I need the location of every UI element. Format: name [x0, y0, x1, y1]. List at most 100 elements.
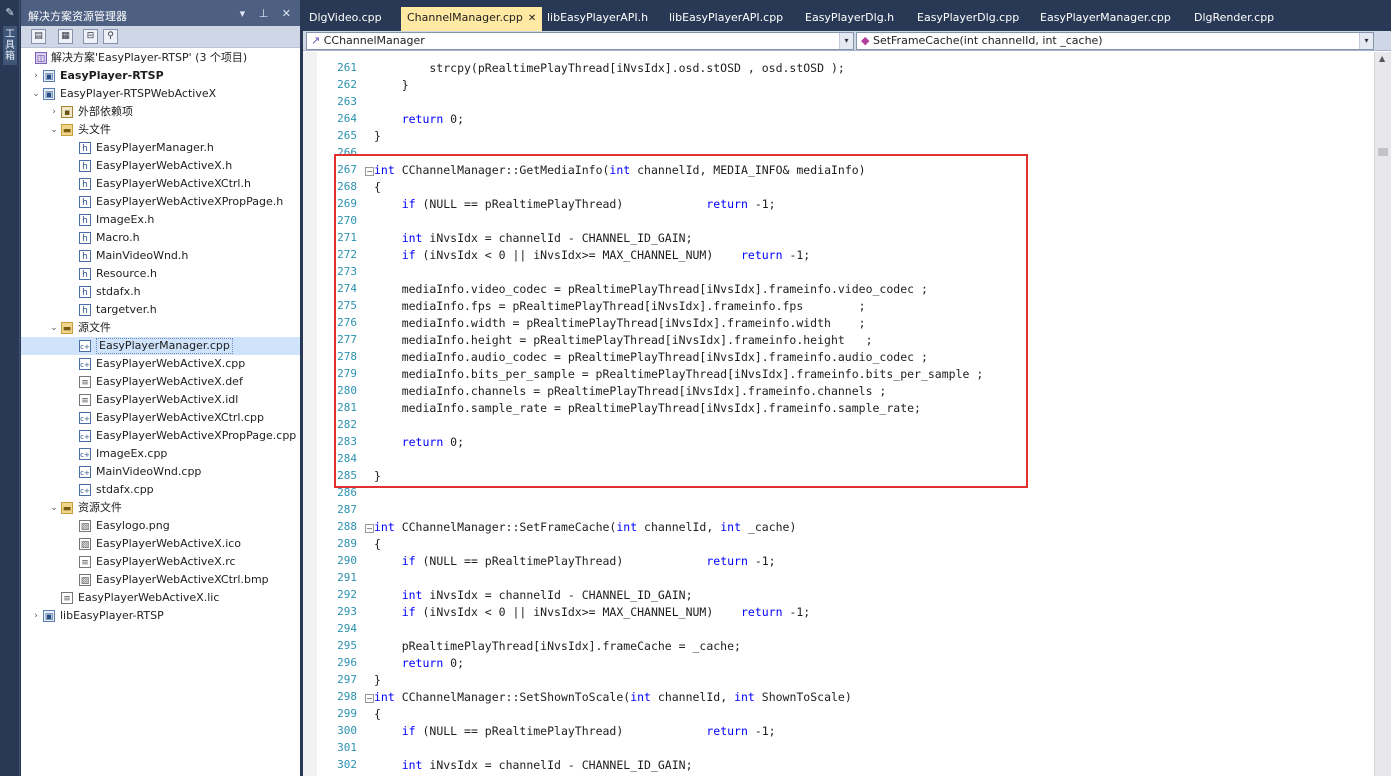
tree-item[interactable]: c+ EasyPlayerWebActiveXPropPage.cpp: [21, 427, 300, 445]
scroll-thumb[interactable]: [1378, 148, 1388, 156]
tree-item[interactable]: h EasyPlayerManager.h: [21, 139, 300, 157]
chevron-down-icon[interactable]: ⌄: [31, 85, 41, 103]
tree-item[interactable]: c+ EasyPlayerManager.cpp: [21, 337, 300, 355]
tree-item[interactable]: ⌄ ▣ EasyPlayer-RTSPWebActiveX: [21, 85, 300, 103]
tree-item[interactable]: ≡ EasyPlayerWebActiveX.def: [21, 373, 300, 391]
chevron-down-icon[interactable]: ⌄: [49, 121, 59, 139]
code-line[interactable]: mediaInfo.bits_per_sample = pRealtimePla…: [374, 367, 984, 381]
line-number: 294: [337, 622, 357, 635]
document-tab[interactable]: libEasyPlayerAPI.cpp: [663, 8, 789, 28]
tree-item[interactable]: ◫ 解决方案'EasyPlayer-RTSP' (3 个项目): [21, 49, 300, 67]
code-line[interactable]: mediaInfo.video_codec = pRealtimePlayThr…: [374, 282, 928, 296]
close-icon[interactable]: ✕: [528, 13, 536, 24]
chevron-down-icon[interactable]: ⌄: [49, 499, 59, 517]
scope-dropdown[interactable]: ↗ CChannelManager ▾: [306, 32, 854, 50]
class-view-icon[interactable]: ⚲: [103, 29, 118, 44]
panel-window-controls[interactable]: ▾ ⊥ ✕: [240, 7, 296, 20]
tree-item[interactable]: › ▣ libEasyPlayer-RTSP: [21, 607, 300, 625]
code-line[interactable]: }: [374, 469, 381, 483]
tree-item[interactable]: h MainVideoWnd.h: [21, 247, 300, 265]
document-tab[interactable]: EasyPlayerManager.cpp: [1034, 8, 1177, 28]
code-line[interactable]: int iNvsIdx = channelId - CHANNEL_ID_GAI…: [374, 588, 693, 602]
code-line[interactable]: mediaInfo.channels = pRealtimePlayThread…: [374, 384, 887, 398]
tree-item[interactable]: ▨ EasyPlayerWebActiveX.ico: [21, 535, 300, 553]
chevron-right-icon[interactable]: ›: [49, 103, 59, 121]
tree-item[interactable]: h EasyPlayerWebActiveX.h: [21, 157, 300, 175]
tree-item[interactable]: c+ MainVideoWnd.cpp: [21, 463, 300, 481]
code-line[interactable]: return 0;: [374, 112, 464, 126]
tree-item[interactable]: ⌄ ▬ 资源文件: [21, 499, 300, 517]
code-line[interactable]: return 0;: [374, 656, 464, 670]
document-tab[interactable]: EasyPlayerDlg.h: [799, 8, 900, 28]
tree-item[interactable]: › ▣ EasyPlayer-RTSP: [21, 67, 300, 85]
tree-item[interactable]: h stdafx.h: [21, 283, 300, 301]
code-line[interactable]: mediaInfo.width = pRealtimePlayThread[iN…: [374, 316, 866, 330]
document-tab[interactable]: DlgRender.cpp: [1188, 8, 1280, 28]
tree-item[interactable]: h EasyPlayerWebActiveXPropPage.h: [21, 193, 300, 211]
code-line[interactable]: {: [374, 180, 381, 194]
tree-item[interactable]: h EasyPlayerWebActiveXCtrl.h: [21, 175, 300, 193]
tree-item[interactable]: c+ stdafx.cpp: [21, 481, 300, 499]
toolbox-tab[interactable]: 工具箱: [3, 26, 17, 65]
chevron-right-icon[interactable]: ›: [31, 607, 41, 625]
tree-item[interactable]: h Macro.h: [21, 229, 300, 247]
toolbox-icon[interactable]: ✎: [3, 6, 17, 20]
tree-item[interactable]: h ImageEx.h: [21, 211, 300, 229]
tree-item[interactable]: c+ EasyPlayerWebActiveX.cpp: [21, 355, 300, 373]
code-line[interactable]: if (NULL == pRealtimePlayThread) return …: [374, 724, 776, 738]
properties-icon[interactable]: ▤: [31, 29, 46, 44]
show-all-files-icon[interactable]: ▦: [58, 29, 73, 44]
collapse-icon[interactable]: −: [365, 694, 374, 703]
code-line[interactable]: }: [374, 129, 381, 143]
code-line[interactable]: {: [374, 537, 381, 551]
tree-item[interactable]: c+ ImageEx.cpp: [21, 445, 300, 463]
code-line[interactable]: int CChannelManager::GetMediaInfo(int ch…: [374, 163, 866, 177]
collapse-icon[interactable]: −: [365, 167, 374, 176]
code-line[interactable]: if (iNvsIdx < 0 || iNvsIdx>= MAX_CHANNEL…: [374, 248, 811, 262]
code-line[interactable]: }: [374, 78, 409, 92]
code-line[interactable]: int CChannelManager::SetShownToScale(int…: [374, 690, 852, 704]
tree-item[interactable]: ≡ EasyPlayerWebActiveX.idl: [21, 391, 300, 409]
document-tab[interactable]: ChannelManager.cpp ✕: [401, 7, 543, 33]
tree-item[interactable]: ≡ EasyPlayerWebActiveX.lic: [21, 589, 300, 607]
code-area[interactable]: 261 strcpy(pRealtimePlayThread[iNvsIdx].…: [303, 52, 1391, 776]
document-tab[interactable]: EasyPlayerDlg.cpp: [911, 8, 1025, 28]
code-line[interactable]: mediaInfo.audio_codec = pRealtimePlayThr…: [374, 350, 928, 364]
tree-item-label: EasyPlayer-RTSPWebActiveX: [60, 87, 217, 100]
chevron-down-icon[interactable]: ⌄: [49, 319, 59, 337]
code-line[interactable]: if (NULL == pRealtimePlayThread) return …: [374, 554, 776, 568]
view-code-icon[interactable]: ⊟: [83, 29, 98, 44]
cpp-file-icon: c+: [79, 340, 91, 352]
chevron-down-icon[interactable]: ▾: [1359, 33, 1373, 49]
code-line[interactable]: mediaInfo.height = pRealtimePlayThread[i…: [374, 333, 873, 347]
tree-item[interactable]: ⌄ ▬ 源文件: [21, 319, 300, 337]
document-tab[interactable]: DlgVideo.cpp: [303, 8, 388, 28]
code-line[interactable]: mediaInfo.sample_rate = pRealtimePlayThr…: [374, 401, 921, 415]
code-line[interactable]: if (iNvsIdx < 0 || iNvsIdx>= MAX_CHANNEL…: [374, 605, 811, 619]
code-line[interactable]: return 0;: [374, 435, 464, 449]
code-line[interactable]: mediaInfo.fps = pRealtimePlayThread[iNvs…: [374, 299, 866, 313]
code-line[interactable]: int iNvsIdx = channelId - CHANNEL_ID_GAI…: [374, 231, 693, 245]
document-tab[interactable]: libEasyPlayerAPI.h: [541, 8, 654, 28]
collapse-icon[interactable]: −: [365, 524, 374, 533]
member-dropdown[interactable]: ◆ SetFrameCache(int channelId, int _cach…: [856, 32, 1374, 50]
code-line[interactable]: int iNvsIdx = channelId - CHANNEL_ID_GAI…: [374, 758, 693, 772]
chevron-right-icon[interactable]: ›: [31, 67, 41, 85]
scroll-up-icon[interactable]: ▲: [1379, 54, 1385, 63]
tree-item[interactable]: c+ EasyPlayerWebActiveXCtrl.cpp: [21, 409, 300, 427]
tree-item[interactable]: h targetver.h: [21, 301, 300, 319]
code-line[interactable]: strcpy(pRealtimePlayThread[iNvsIdx].osd.…: [374, 61, 844, 75]
tree-item[interactable]: h Resource.h: [21, 265, 300, 283]
tree-item[interactable]: ▨ EasyPlayerWebActiveXCtrl.bmp: [21, 571, 300, 589]
code-line[interactable]: int CChannelManager::SetFrameCache(int c…: [374, 520, 796, 534]
code-line[interactable]: }: [374, 673, 381, 687]
tree-item[interactable]: ⌄ ▬ 头文件: [21, 121, 300, 139]
tree-item[interactable]: ▨ Easylogo.png: [21, 517, 300, 535]
code-line[interactable]: if (NULL == pRealtimePlayThread) return …: [374, 197, 776, 211]
vertical-scrollbar[interactable]: ▲: [1374, 52, 1391, 776]
code-line[interactable]: {: [374, 707, 381, 721]
tree-item[interactable]: ≡ EasyPlayerWebActiveX.rc: [21, 553, 300, 571]
chevron-down-icon[interactable]: ▾: [839, 33, 853, 49]
tree-item[interactable]: › ▪ 外部依赖项: [21, 103, 300, 121]
code-line[interactable]: pRealtimePlayThread[iNvsIdx].frameCache …: [374, 639, 741, 653]
